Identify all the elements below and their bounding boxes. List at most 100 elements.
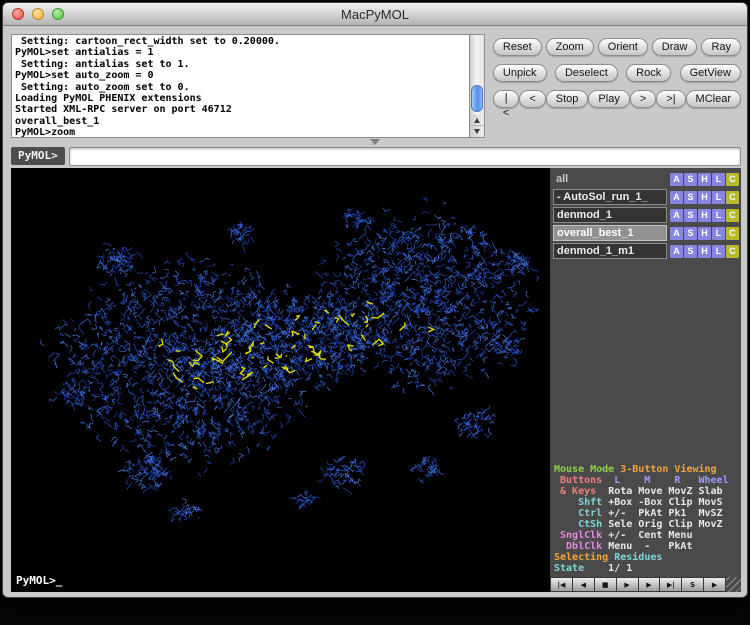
- toolbar-button-deselect[interactable]: Deselect: [555, 64, 618, 82]
- hide-menu-button[interactable]: H: [698, 173, 711, 186]
- object-name[interactable]: denmod_1: [553, 207, 667, 223]
- label-menu-button[interactable]: L: [712, 191, 725, 204]
- mouse-panel-line[interactable]: State 1/ 1: [554, 563, 741, 574]
- console-line: Started XML-RPC server on port 46712: [15, 104, 469, 115]
- movie-stop-button[interactable]: ■: [595, 577, 617, 592]
- object-name[interactable]: all: [553, 172, 667, 186]
- label-menu-button[interactable]: L: [712, 245, 725, 258]
- show-menu-button[interactable]: S: [684, 245, 697, 258]
- pane-splitter-handle[interactable]: [370, 139, 380, 145]
- toolbar-button-zoom[interactable]: Zoom: [546, 38, 594, 56]
- toolbar-button-play[interactable]: Play: [588, 90, 629, 108]
- title-bar[interactable]: MacPyMOL: [3, 3, 747, 26]
- action-menu-button[interactable]: A: [670, 227, 683, 240]
- macpymol-window: MacPyMOL Setting: cartoon_rect_width set…: [2, 2, 748, 598]
- object-name[interactable]: overall_best_1: [553, 225, 667, 241]
- movie-end-button[interactable]: ▶|: [660, 577, 682, 592]
- toolbar-row-2: Unpick Deselect Rock GetView: [493, 64, 741, 82]
- side-panel: allASHLC- AutoSol_run_1_ASHLCdenmod_1ASH…: [550, 168, 741, 592]
- window-title: MacPyMOL: [3, 7, 747, 22]
- toolbar-row-1: ResetZoomOrientDrawRay: [493, 38, 741, 56]
- electron-density-mesh: [11, 168, 550, 592]
- toolbar-button-mclear[interactable]: MClear: [686, 90, 741, 108]
- command-input[interactable]: [69, 147, 741, 166]
- hide-menu-button[interactable]: H: [698, 227, 711, 240]
- hide-menu-button[interactable]: H: [698, 209, 711, 222]
- mouse-panel-text: CtSh: [554, 519, 608, 530]
- show-menu-button[interactable]: S: [684, 173, 697, 186]
- mouse-panel-line: SnglClk +/- Cent Menu: [554, 530, 741, 541]
- scrollbar-thumb[interactable]: [471, 85, 482, 112]
- toolbar-button-step-forward[interactable]: >: [630, 90, 656, 108]
- color-menu-button[interactable]: C: [726, 209, 739, 222]
- object-list: allASHLC- AutoSol_run_1_ASHLCdenmod_1ASH…: [550, 170, 741, 260]
- toolbar-button-unpick[interactable]: Unpick: [493, 64, 547, 82]
- movie-forward-button[interactable]: ▶: [639, 577, 661, 592]
- toolbar-button-go-to-end[interactable]: >|: [656, 90, 685, 108]
- label-menu-button[interactable]: L: [712, 173, 725, 186]
- mouse-panel-text: 1/ 1: [590, 563, 632, 574]
- movie-back-button[interactable]: ◀: [573, 577, 595, 592]
- color-menu-button[interactable]: C: [726, 191, 739, 204]
- toolbar-button-go-to-start[interactable]: |<: [493, 90, 519, 108]
- movie-play-button[interactable]: ▶: [617, 577, 639, 592]
- label-menu-button[interactable]: L: [712, 227, 725, 240]
- mouse-panel-text: Sele Orig Clip MovZ: [608, 519, 722, 530]
- object-name[interactable]: - AutoSol_run_1_: [553, 189, 667, 205]
- command-prompt-label: PyMOL>: [11, 147, 65, 165]
- object-row: denmod_1ASHLC: [550, 206, 741, 224]
- toolbar-button-reset[interactable]: Reset: [493, 38, 542, 56]
- toolbar-button-get-view[interactable]: GetView: [680, 64, 741, 82]
- mouse-panel-text: +/- PkAt Pk1 MvSZ: [608, 508, 722, 519]
- toolbar-button-stop[interactable]: Stop: [546, 90, 589, 108]
- mouse-panel-text: L M R Wheel: [608, 475, 728, 486]
- mouse-panel-text: State: [554, 563, 590, 574]
- color-menu-button[interactable]: C: [726, 245, 739, 258]
- action-menu-button[interactable]: A: [670, 209, 683, 222]
- action-menu-button[interactable]: A: [670, 245, 683, 258]
- color-menu-button[interactable]: C: [726, 227, 739, 240]
- show-menu-button[interactable]: S: [684, 191, 697, 204]
- toolbar-button-rock[interactable]: Rock: [626, 64, 671, 82]
- mouse-panel-text: Shft: [554, 497, 608, 508]
- mouse-panel-text: DblClk: [554, 541, 608, 552]
- console-scrollbar[interactable]: [470, 34, 484, 138]
- label-menu-button[interactable]: L: [712, 209, 725, 222]
- mouse-panel-text: Residues: [614, 552, 662, 563]
- panel-spacer: [550, 260, 741, 462]
- console-output[interactable]: Setting: cartoon_rect_width set to 0.200…: [11, 34, 470, 138]
- show-menu-button[interactable]: S: [684, 227, 697, 240]
- mouse-panel-line[interactable]: Selecting Residues: [554, 552, 741, 563]
- movie-scene-button[interactable]: S: [682, 577, 704, 592]
- mouse-panel-line: Buttons L M R Wheel: [554, 475, 741, 486]
- toolbar-button-ray[interactable]: Ray: [701, 38, 741, 56]
- up-arrow-icon: [474, 118, 480, 123]
- viewport-3d[interactable]: PyMOL>_: [11, 168, 550, 592]
- object-row: - AutoSol_run_1_ASHLC: [550, 188, 741, 206]
- object-row: denmod_1_m1ASHLC: [550, 242, 741, 260]
- object-name[interactable]: denmod_1_m1: [553, 243, 667, 259]
- toolbar-button-step-back[interactable]: <: [519, 90, 545, 108]
- mouse-panel-text: +Box -Box Clip MovS: [608, 497, 722, 508]
- movie-start-button[interactable]: |◀: [550, 577, 573, 592]
- mouse-panel-text: Buttons: [554, 475, 608, 486]
- toolbar-button-draw[interactable]: Draw: [652, 38, 698, 56]
- down-arrow-icon: [474, 129, 480, 134]
- scroll-down-button[interactable]: [470, 125, 483, 137]
- window-resize-grip[interactable]: [726, 577, 741, 592]
- hide-menu-button[interactable]: H: [698, 191, 711, 204]
- toolbar-button-orient[interactable]: Orient: [598, 38, 648, 56]
- color-menu-button[interactable]: C: [726, 173, 739, 186]
- object-row: overall_best_1ASHLC: [550, 224, 741, 242]
- action-menu-button[interactable]: A: [670, 191, 683, 204]
- mouse-panel-line[interactable]: Mouse Mode 3-Button Viewing: [554, 464, 741, 475]
- hide-menu-button[interactable]: H: [698, 245, 711, 258]
- console-line: Setting: cartoon_rect_width set to 0.200…: [15, 36, 469, 47]
- movie-next-button[interactable]: ▶: [704, 577, 726, 592]
- mouse-panel-line: Shft +Box -Box Clip MovS: [554, 497, 741, 508]
- console-line: Loading PyMOL PHENIX extensions: [15, 93, 469, 104]
- action-menu-button[interactable]: A: [670, 173, 683, 186]
- mouse-panel-text: Ctrl: [554, 508, 608, 519]
- mouse-panel-text: Selecting: [554, 552, 614, 563]
- show-menu-button[interactable]: S: [684, 209, 697, 222]
